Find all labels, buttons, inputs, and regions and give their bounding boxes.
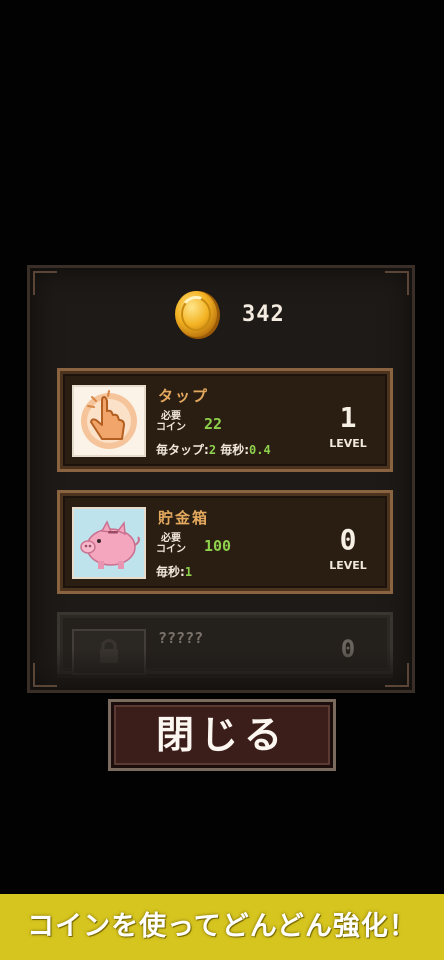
coin-label: コイン — [156, 422, 186, 433]
list-fade-overlay — [57, 648, 393, 678]
coin-count: 342 — [242, 302, 285, 327]
per-second-value: 1 — [184, 565, 193, 579]
upgrade-stats: 毎タップ:2 毎秒:0.4 — [156, 441, 271, 458]
required-coin-value: 22 — [204, 415, 223, 433]
upgrade-card-tap[interactable]: タップ 必要 コイン 22 毎タップ:2 毎秒:0.4 1 LEVEL — [57, 368, 393, 472]
level-label: LEVEL — [329, 437, 367, 450]
required-coin-value: 100 — [204, 537, 232, 555]
promo-banner: コインを使ってどんどん強化！ — [0, 894, 444, 960]
required-label: 必要 — [161, 411, 181, 422]
level-number: 0 — [339, 523, 357, 556]
upgrade-screen: 342 タップ 必要 コイン 22 毎タップ:2 毎秒:0.4 1 LEVEL … — [0, 0, 444, 960]
upgrade-card-piggy-bank[interactable]: 貯金箱 必要 コイン 100 毎秒:1 0 LEVEL — [57, 490, 393, 594]
tap-hand-icon — [72, 385, 146, 457]
per-tap-label: 毎タップ: — [156, 443, 209, 457]
close-button[interactable]: 閉じる — [108, 699, 336, 771]
piggy-bank-icon — [72, 507, 146, 579]
upgrade-panel: 342 タップ 必要 コイン 22 毎タップ:2 毎秒:0.4 1 LEVEL … — [27, 265, 415, 693]
upgrade-title: タップ — [158, 387, 210, 405]
per-second-value: 0.4 — [249, 443, 271, 457]
upgrade-title: 貯金箱 — [158, 509, 210, 527]
per-second-label: 毎秒: — [156, 565, 185, 579]
required-coin-label: 必要 コイン — [156, 411, 186, 433]
gold-coin-icon — [172, 288, 224, 340]
upgrade-stats: 毎秒:1 — [156, 563, 192, 580]
coin-balance: 342 — [30, 288, 412, 344]
per-second-label: 毎秒: — [220, 443, 250, 457]
per-tap-value: 2 — [208, 443, 217, 457]
coin-label: コイン — [156, 544, 186, 555]
level-label: LEVEL — [329, 559, 367, 572]
required-coin-label: 必要 コイン — [156, 533, 186, 555]
upgrade-title: ????? — [158, 629, 204, 647]
required-label: 必要 — [161, 533, 181, 544]
level-number: 1 — [339, 401, 357, 434]
panel-corner-ornament — [33, 663, 57, 687]
